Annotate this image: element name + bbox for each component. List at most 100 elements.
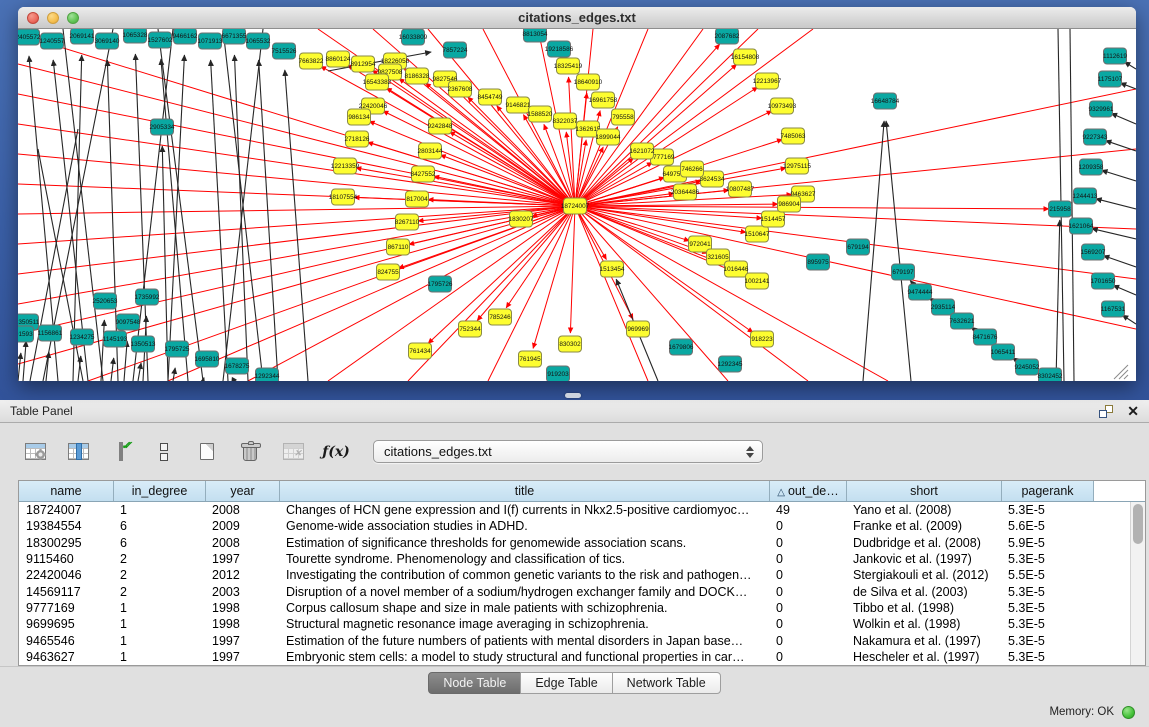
table-row[interactable]: 1938455462009Genome-wide association stu… bbox=[19, 518, 1130, 534]
column-header-out_de[interactable]: △out_de… bbox=[769, 481, 846, 501]
new-column-icon[interactable] bbox=[192, 437, 222, 467]
edge-red[interactable] bbox=[570, 206, 575, 333]
select-columns-icon[interactable] bbox=[106, 437, 136, 467]
table-toolbar: ✕ƒ(x) citations_edges.txt bbox=[0, 423, 1149, 480]
table-row[interactable]: 946362711997Embryonic stem cells: a mode… bbox=[19, 649, 1130, 665]
column-header-pagerank[interactable]: pagerank bbox=[1001, 481, 1093, 501]
graph-node-label: 1234275 bbox=[70, 334, 95, 341]
table-row[interactable]: 969969511998Structural magnetic resonanc… bbox=[19, 616, 1130, 632]
edge-red[interactable] bbox=[575, 89, 1136, 206]
zoom-window-button[interactable] bbox=[67, 12, 79, 24]
function-builder-icon[interactable]: ƒ(x) bbox=[321, 437, 351, 467]
tab-edge-table[interactable]: Edge Table bbox=[520, 672, 612, 694]
edge-black[interactable] bbox=[161, 59, 188, 381]
graph-node-label: 321605 bbox=[707, 254, 729, 261]
edge-black[interactable] bbox=[1113, 285, 1136, 295]
graph-node-label: 1244413 bbox=[1073, 193, 1098, 200]
network-canvas[interactable]: 1872400724055721240557206914130691401065… bbox=[18, 29, 1136, 381]
edge-black[interactable] bbox=[886, 121, 911, 381]
graph-node-label: 1016446 bbox=[724, 266, 749, 273]
memory-status-label: Memory: OK bbox=[1049, 706, 1114, 718]
close-panel-icon[interactable]: ✕ bbox=[1127, 405, 1139, 418]
edge-red[interactable] bbox=[575, 93, 587, 206]
graph-node-label: 19218586 bbox=[545, 46, 574, 53]
edge-red[interactable] bbox=[575, 206, 1136, 329]
graph-node-label: 986904 bbox=[778, 201, 800, 208]
edge-black[interactable] bbox=[1120, 83, 1136, 89]
edge-black[interactable] bbox=[18, 353, 21, 381]
float-panel-icon[interactable] bbox=[1099, 405, 1113, 418]
column-header-title[interactable]: title bbox=[279, 481, 769, 501]
edge-black[interactable] bbox=[1111, 113, 1136, 124]
edge-red[interactable] bbox=[18, 206, 575, 214]
graph-node-label: 3624534 bbox=[700, 176, 725, 183]
edge-red[interactable] bbox=[575, 206, 728, 381]
graph-node-label: 18107554 bbox=[329, 194, 358, 201]
edge-red[interactable] bbox=[168, 206, 575, 381]
table-cell: 1997 bbox=[205, 650, 279, 664]
edge-black[interactable] bbox=[111, 358, 114, 381]
edge-red[interactable] bbox=[408, 206, 575, 381]
edge-black[interactable] bbox=[1103, 256, 1136, 267]
table-row[interactable]: 1830029562008Estimation of significance … bbox=[19, 535, 1130, 551]
scrollbar-thumb[interactable] bbox=[1133, 504, 1143, 544]
edge-red[interactable] bbox=[575, 29, 813, 206]
table-cell: 0 bbox=[769, 650, 846, 664]
edge-black[interactable] bbox=[158, 29, 203, 381]
tab-node-table[interactable]: Node Table bbox=[428, 672, 521, 694]
graph-node-label: 1588520 bbox=[528, 111, 553, 118]
edge-black[interactable] bbox=[1102, 170, 1136, 181]
tab-network-table[interactable]: Network Table bbox=[612, 672, 721, 694]
table-row[interactable]: 977716911998Corpus callosum shape and si… bbox=[19, 600, 1130, 616]
table-row[interactable]: 911546021997Tourette syndrome. Phenomeno… bbox=[19, 551, 1130, 567]
table-cell: Genome-wide association studies in ADHD. bbox=[279, 519, 769, 533]
graph-node-label: 1145193 bbox=[103, 336, 128, 343]
table-scrollbar[interactable] bbox=[1130, 502, 1145, 665]
table-row[interactable]: 1872400712008Changes of HCN gene express… bbox=[19, 502, 1130, 518]
graph-node-label: 1621072 bbox=[630, 148, 655, 155]
edge-black[interactable] bbox=[101, 320, 104, 381]
table-cell: 5.9E-5 bbox=[1001, 536, 1093, 550]
column-header-short[interactable]: short bbox=[846, 481, 1001, 501]
edge-black[interactable] bbox=[138, 363, 141, 381]
table-selector-dropdown[interactable]: citations_edges.txt bbox=[373, 440, 763, 463]
panel-splitter-handle[interactable] bbox=[565, 393, 581, 398]
edge-red[interactable] bbox=[369, 121, 575, 206]
minimize-window-button[interactable] bbox=[47, 12, 59, 24]
graph-node-label: 817004 bbox=[406, 196, 428, 203]
edge-black[interactable] bbox=[1092, 229, 1136, 239]
column-header-name[interactable]: name bbox=[19, 481, 113, 501]
delete-column-icon[interactable] bbox=[235, 437, 265, 467]
table-cell: 1 bbox=[113, 650, 205, 664]
edge-black[interactable] bbox=[259, 60, 278, 381]
edge-black[interactable] bbox=[173, 368, 175, 381]
graph-node-label: 1071913 bbox=[198, 38, 223, 45]
table-row[interactable]: 2242004622012Investigating the contribut… bbox=[19, 567, 1130, 583]
graph-node-label: 969969 bbox=[627, 326, 649, 333]
table-cell: 2008 bbox=[205, 503, 279, 517]
show-columns-icon[interactable] bbox=[63, 437, 93, 467]
graph-node-label: 1292345 bbox=[718, 361, 743, 368]
graph-node-label: 1156861 bbox=[38, 330, 63, 337]
close-window-button[interactable] bbox=[27, 12, 39, 24]
edge-black[interactable] bbox=[1056, 220, 1060, 381]
graph-node-label: 1350513 bbox=[131, 341, 156, 348]
edge-black[interactable] bbox=[1096, 199, 1136, 209]
network-window-titlebar[interactable]: citations_edges.txt bbox=[18, 7, 1136, 29]
table-options-icon[interactable] bbox=[20, 437, 50, 467]
edge-red[interactable] bbox=[18, 206, 575, 274]
graph-node-label: 830302 bbox=[559, 341, 581, 348]
table-cell: Stergiakouli et al. (2012) bbox=[846, 568, 1001, 582]
canvas-resize-grip[interactable] bbox=[1114, 365, 1128, 379]
table-row[interactable]: 946554611997Estimation of the future num… bbox=[19, 632, 1130, 648]
edge-black[interactable] bbox=[211, 60, 228, 381]
edge-black[interactable] bbox=[23, 341, 26, 381]
column-header-year[interactable]: year bbox=[205, 481, 279, 501]
memory-indicator[interactable] bbox=[1122, 706, 1135, 719]
column-header-in_degree[interactable]: in_degree bbox=[113, 481, 205, 501]
edge-red[interactable] bbox=[569, 77, 575, 206]
table-row[interactable]: 1456911722003Disruption of a novel membe… bbox=[19, 583, 1130, 599]
edge-black[interactable] bbox=[1105, 141, 1136, 151]
row-height-icon[interactable] bbox=[149, 437, 179, 467]
edge-black[interactable] bbox=[1122, 315, 1136, 324]
